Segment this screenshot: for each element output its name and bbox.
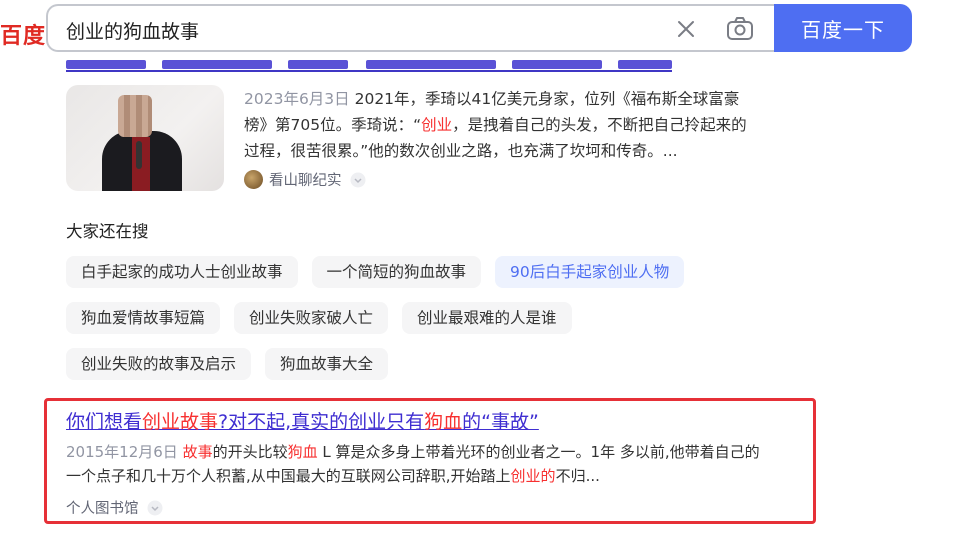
source-avatar: [244, 170, 263, 189]
related-search-chip[interactable]: 狗血故事大全: [265, 348, 389, 380]
chip-row: 狗血爱情故事短篇 创业失败家破人亡 创业最艰难的人是谁: [66, 302, 766, 334]
related-searches: 白手起家的成功人士创业故事 一个简短的狗血故事 90后白手起家创业人物 狗血爱情…: [66, 256, 766, 394]
search-bar: 创业的狗血故事 百度一下: [46, 4, 912, 52]
camera-icon[interactable]: [726, 16, 754, 42]
related-search-chip[interactable]: 创业最艰难的人是谁: [402, 302, 572, 334]
search-input[interactable]: 创业的狗血故事: [46, 4, 776, 52]
clear-icon[interactable]: [674, 17, 698, 41]
chip-row: 创业失败的故事及启示 狗血故事大全: [66, 348, 766, 380]
chevron-down-icon[interactable]: [350, 172, 366, 188]
chevron-down-icon[interactable]: [147, 500, 163, 516]
snippet-highlight: 狗血: [287, 443, 318, 461]
related-search-chip[interactable]: 一个简短的狗血故事: [311, 256, 482, 288]
snippet-highlight: 创业的: [510, 467, 556, 485]
snippet-text: 不归...: [555, 467, 600, 485]
title-highlight[interactable]: 创业故事: [142, 411, 218, 433]
baidu-logo-fragment[interactable]: 百度: [0, 18, 46, 50]
search-query-text[interactable]: 创业的狗血故事: [66, 17, 199, 44]
result-thumbnail[interactable]: [66, 85, 224, 191]
related-search-chip[interactable]: 创业失败的故事及启示: [66, 348, 252, 380]
related-search-chip[interactable]: 90后白手起家创业人物: [495, 256, 685, 288]
source-name[interactable]: 个人图书馆: [66, 497, 139, 518]
snippet-text: 的开头比较: [212, 443, 288, 461]
related-search-chip[interactable]: 狗血爱情故事短篇: [66, 302, 221, 334]
result-snippet: 2023年6月3日 2021年，季琦以41亿美元身家，位列《福布斯全球富豪榜》第…: [244, 86, 754, 164]
title-highlight[interactable]: 狗血: [424, 411, 462, 433]
result-title-link[interactable]: 你们想看创业故事?对不起,真实的创业只有狗血的“事故”: [66, 407, 539, 434]
title-text[interactable]: ?对不起,真实的创业只有: [218, 411, 424, 433]
related-search-chip[interactable]: 创业失败家破人亡: [234, 302, 389, 334]
result-date: 2015年12月6日: [66, 443, 178, 461]
source-name[interactable]: 看山聊纪实: [269, 169, 342, 190]
result-snippet: 2015年12月6日 故事的开头比较狗血 L 算是众多身上带着光环的创业者之一。…: [66, 440, 766, 488]
related-searches-title: 大家还在搜: [66, 222, 149, 241]
snippet-highlight: 创业: [421, 116, 453, 134]
search-button[interactable]: 百度一下: [774, 4, 912, 52]
result-date: 2023年6月3日: [244, 90, 350, 108]
result-source[interactable]: 个人图书馆: [66, 497, 163, 518]
title-text[interactable]: 你们想看: [66, 411, 142, 433]
result-source[interactable]: 看山聊纪实: [244, 169, 366, 190]
related-search-chip[interactable]: 白手起家的成功人士创业故事: [66, 256, 298, 288]
chip-row: 白手起家的成功人士创业故事 一个简短的狗血故事 90后白手起家创业人物: [66, 256, 766, 288]
snippet-highlight: 故事: [182, 443, 213, 461]
previous-result-title-stub[interactable]: [66, 60, 672, 74]
title-text[interactable]: 的“事故”: [462, 411, 539, 433]
